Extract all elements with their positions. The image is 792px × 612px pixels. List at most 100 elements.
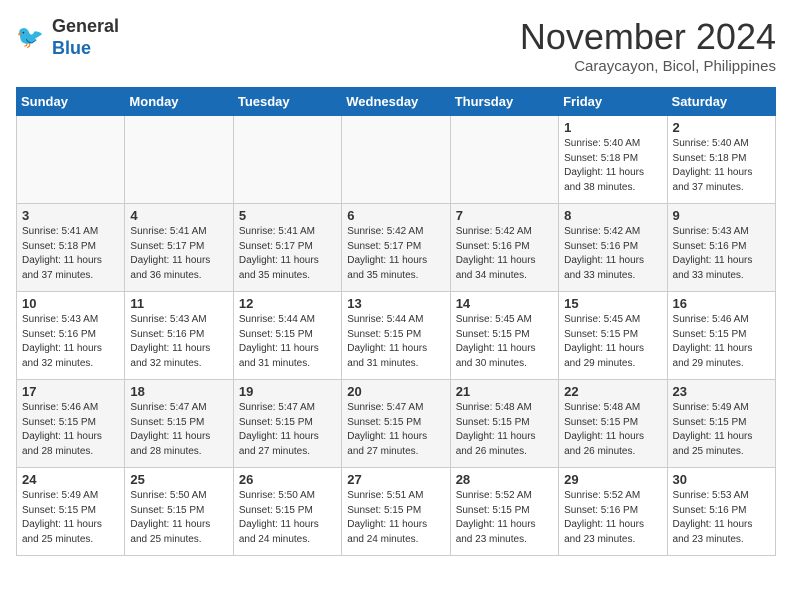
calendar-cell: 9 Sunrise: 5:43 AM Sunset: 5:16 PM Daylig… bbox=[667, 204, 775, 292]
day-info: Sunrise: 5:50 AM Sunset: 5:15 PM Dayligh… bbox=[130, 489, 227, 547]
day-number: 4 bbox=[130, 208, 227, 223]
day-info: Sunrise: 5:46 AM Sunset: 5:15 PM Dayligh… bbox=[22, 401, 119, 459]
weekday-header-friday: Friday bbox=[559, 88, 667, 116]
day-info: Sunrise: 5:48 AM Sunset: 5:15 PM Dayligh… bbox=[564, 401, 661, 459]
day-info: Sunrise: 5:41 AM Sunset: 5:17 PM Dayligh… bbox=[130, 225, 227, 283]
day-number: 9 bbox=[673, 208, 770, 223]
day-number: 7 bbox=[456, 208, 553, 223]
weekday-header-sunday: Sunday bbox=[17, 88, 125, 116]
day-info: Sunrise: 5:43 AM Sunset: 5:16 PM Dayligh… bbox=[130, 313, 227, 371]
calendar-table: SundayMondayTuesdayWednesdayThursdayFrid… bbox=[16, 87, 776, 556]
day-number: 18 bbox=[130, 384, 227, 399]
calendar-cell: 1 Sunrise: 5:40 AM Sunset: 5:18 PM Daylig… bbox=[559, 116, 667, 204]
weekday-header-saturday: Saturday bbox=[667, 88, 775, 116]
title-block: November 2024 Caraycayon, Bicol, Philipp… bbox=[520, 16, 776, 75]
day-number: 20 bbox=[347, 384, 444, 399]
calendar-cell: 16Sunrise: 5:46 AM Sunset: 5:15 PM Dayli… bbox=[667, 292, 775, 380]
day-info: Sunrise: 5:49 AM Sunset: 5:15 PM Dayligh… bbox=[22, 489, 119, 547]
day-number: 19 bbox=[239, 384, 336, 399]
day-number: 10 bbox=[22, 296, 119, 311]
day-number: 28 bbox=[456, 472, 553, 487]
day-info: Sunrise: 5:49 AM Sunset: 5:15 PM Dayligh… bbox=[673, 401, 770, 459]
day-info: Sunrise: 5:51 AM Sunset: 5:15 PM Dayligh… bbox=[347, 489, 444, 547]
day-number: 12 bbox=[239, 296, 336, 311]
day-info: Sunrise: 5:44 AM Sunset: 5:15 PM Dayligh… bbox=[239, 313, 336, 371]
calendar-cell: 17 Sunrise: 5:46 AM Sunset: 5:15 PM Dayli… bbox=[17, 380, 125, 468]
day-number: 3 bbox=[22, 208, 119, 223]
weekday-header-monday: Monday bbox=[125, 88, 233, 116]
day-number: 1 bbox=[564, 120, 661, 135]
calendar-cell bbox=[233, 116, 341, 204]
calendar-cell: 15 Sunrise: 5:45 AM Sunset: 5:15 PM Dayli… bbox=[559, 292, 667, 380]
calendar-cell: 12 Sunrise: 5:44 AM Sunset: 5:15 PM Dayli… bbox=[233, 292, 341, 380]
calendar-cell: 10Sunrise: 5:43 AM Sunset: 5:16 PM Dayli… bbox=[17, 292, 125, 380]
day-number: 5 bbox=[239, 208, 336, 223]
day-number: 6 bbox=[347, 208, 444, 223]
calendar-cell: 13 Sunrise: 5:44 AM Sunset: 5:15 PM Dayli… bbox=[342, 292, 450, 380]
page-header: 🐦 General Blue November 2024 Caraycayon,… bbox=[16, 16, 776, 75]
calendar-body: 1 Sunrise: 5:40 AM Sunset: 5:18 PM Daylig… bbox=[17, 116, 776, 556]
calendar-cell: 3Sunrise: 5:41 AM Sunset: 5:18 PM Daylig… bbox=[17, 204, 125, 292]
calendar-cell: 26Sunrise: 5:50 AM Sunset: 5:15 PM Dayli… bbox=[233, 468, 341, 556]
day-number: 11 bbox=[130, 296, 227, 311]
day-info: Sunrise: 5:40 AM Sunset: 5:18 PM Dayligh… bbox=[564, 137, 661, 195]
day-info: Sunrise: 5:43 AM Sunset: 5:16 PM Dayligh… bbox=[673, 225, 770, 283]
calendar-cell: 29 Sunrise: 5:52 AM Sunset: 5:16 PM Dayli… bbox=[559, 468, 667, 556]
location-subtitle: Caraycayon, Bicol, Philippines bbox=[520, 58, 776, 75]
calendar-week-4: 17 Sunrise: 5:46 AM Sunset: 5:15 PM Dayli… bbox=[17, 380, 776, 468]
calendar-cell bbox=[17, 116, 125, 204]
day-number: 14 bbox=[456, 296, 553, 311]
calendar-cell: 28 Sunrise: 5:52 AM Sunset: 5:15 PM Dayli… bbox=[450, 468, 558, 556]
day-number: 26 bbox=[239, 472, 336, 487]
day-info: Sunrise: 5:42 AM Sunset: 5:17 PM Dayligh… bbox=[347, 225, 444, 283]
month-title: November 2024 bbox=[520, 16, 776, 58]
calendar-cell: 5Sunrise: 5:41 AM Sunset: 5:17 PM Daylig… bbox=[233, 204, 341, 292]
day-info: Sunrise: 5:45 AM Sunset: 5:15 PM Dayligh… bbox=[456, 313, 553, 371]
calendar-week-1: 1 Sunrise: 5:40 AM Sunset: 5:18 PM Daylig… bbox=[17, 116, 776, 204]
calendar-cell: 8Sunrise: 5:42 AM Sunset: 5:16 PM Daylig… bbox=[559, 204, 667, 292]
calendar-week-3: 10 Sunrise: 5:43 AM Sunset: 5:16 PM Dayli… bbox=[17, 292, 776, 380]
calendar-week-5: 24 Sunrise: 5:49 AM Sunset: 5:15 PM Dayli… bbox=[17, 468, 776, 556]
day-number: 30 bbox=[673, 472, 770, 487]
day-info: Sunrise: 5:52 AM Sunset: 5:15 PM Dayligh… bbox=[456, 489, 553, 547]
day-info: Sunrise: 5:45 AM Sunset: 5:15 PM Dayligh… bbox=[564, 313, 661, 371]
calendar-cell bbox=[342, 116, 450, 204]
day-info: Sunrise: 5:42 AM Sunset: 5:16 PM Dayligh… bbox=[564, 225, 661, 283]
day-number: 17 bbox=[22, 384, 119, 399]
day-info: Sunrise: 5:40 AM Sunset: 5:18 PM Dayligh… bbox=[673, 137, 770, 195]
day-number: 21 bbox=[456, 384, 553, 399]
day-info: Sunrise: 5:46 AM Sunset: 5:15 PM Dayligh… bbox=[673, 313, 770, 371]
svg-text:🐦: 🐦 bbox=[16, 24, 44, 49]
calendar-cell: 30Sunrise: 5:53 AM Sunset: 5:16 PM Dayli… bbox=[667, 468, 775, 556]
calendar-cell: 4 Sunrise: 5:41 AM Sunset: 5:17 PM Daylig… bbox=[125, 204, 233, 292]
logo-icon: 🐦 bbox=[16, 22, 48, 54]
calendar-cell: 21Sunrise: 5:48 AM Sunset: 5:15 PM Dayli… bbox=[450, 380, 558, 468]
calendar-cell: 19Sunrise: 5:47 AM Sunset: 5:15 PM Dayli… bbox=[233, 380, 341, 468]
day-number: 23 bbox=[673, 384, 770, 399]
weekday-header-wednesday: Wednesday bbox=[342, 88, 450, 116]
calendar-cell: 24 Sunrise: 5:49 AM Sunset: 5:15 PM Dayli… bbox=[17, 468, 125, 556]
calendar-cell bbox=[450, 116, 558, 204]
day-info: Sunrise: 5:42 AM Sunset: 5:16 PM Dayligh… bbox=[456, 225, 553, 283]
calendar-cell: 27 Sunrise: 5:51 AM Sunset: 5:15 PM Dayli… bbox=[342, 468, 450, 556]
weekday-header-thursday: Thursday bbox=[450, 88, 558, 116]
day-info: Sunrise: 5:47 AM Sunset: 5:15 PM Dayligh… bbox=[130, 401, 227, 459]
calendar-cell: 18 Sunrise: 5:47 AM Sunset: 5:15 PM Dayli… bbox=[125, 380, 233, 468]
logo: 🐦 General Blue bbox=[16, 16, 119, 59]
day-number: 29 bbox=[564, 472, 661, 487]
day-number: 25 bbox=[130, 472, 227, 487]
day-info: Sunrise: 5:47 AM Sunset: 5:15 PM Dayligh… bbox=[347, 401, 444, 459]
day-info: Sunrise: 5:52 AM Sunset: 5:16 PM Dayligh… bbox=[564, 489, 661, 547]
calendar-cell: 14 Sunrise: 5:45 AM Sunset: 5:15 PM Dayli… bbox=[450, 292, 558, 380]
calendar-week-2: 3Sunrise: 5:41 AM Sunset: 5:18 PM Daylig… bbox=[17, 204, 776, 292]
calendar-cell bbox=[125, 116, 233, 204]
day-number: 13 bbox=[347, 296, 444, 311]
day-number: 2 bbox=[673, 120, 770, 135]
day-number: 24 bbox=[22, 472, 119, 487]
weekday-header-tuesday: Tuesday bbox=[233, 88, 341, 116]
calendar-cell: 20 Sunrise: 5:47 AM Sunset: 5:15 PM Dayli… bbox=[342, 380, 450, 468]
day-number: 27 bbox=[347, 472, 444, 487]
day-number: 15 bbox=[564, 296, 661, 311]
calendar-cell: 25 Sunrise: 5:50 AM Sunset: 5:15 PM Dayli… bbox=[125, 468, 233, 556]
day-info: Sunrise: 5:44 AM Sunset: 5:15 PM Dayligh… bbox=[347, 313, 444, 371]
